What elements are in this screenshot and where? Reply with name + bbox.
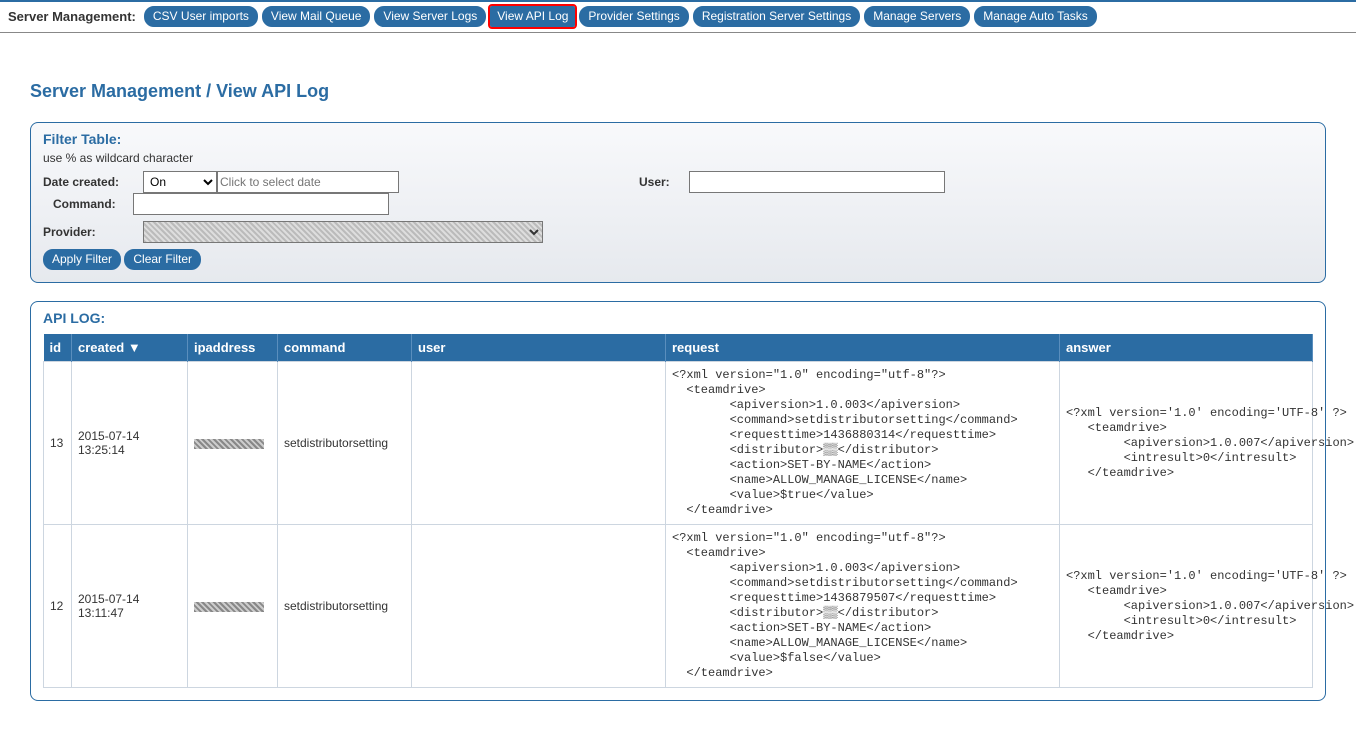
col-id[interactable]: id — [44, 334, 72, 362]
table-row: 132015-07-14 13:25:14 setdistributorsetti… — [44, 362, 1313, 525]
col-command[interactable]: command — [278, 334, 412, 362]
date-input[interactable] — [217, 171, 399, 193]
nav-view-mail-queue[interactable]: View Mail Queue — [262, 6, 371, 27]
cell-request: <?xml version="1.0" encoding="utf-8"?> <… — [666, 525, 1060, 688]
topbar: Server Management: CSV User imports View… — [0, 0, 1356, 33]
filter-row-1: Date created: On User: Command: — [43, 171, 1313, 215]
cell-id: 12 — [44, 525, 72, 688]
col-request[interactable]: request — [666, 334, 1060, 362]
col-answer[interactable]: answer — [1060, 334, 1313, 362]
col-ipaddress[interactable]: ipaddress — [188, 334, 278, 362]
date-operator-select[interactable]: On — [143, 171, 217, 193]
cell-created: 2015-07-14 13:11:47 — [72, 525, 188, 688]
provider-label: Provider: — [43, 225, 143, 239]
command-label: Command: — [53, 197, 133, 211]
col-created[interactable]: created ▼ — [72, 334, 188, 362]
nav-csv-user-imports[interactable]: CSV User imports — [144, 6, 258, 27]
cell-answer: <?xml version='1.0' encoding='UTF-8' ?> … — [1060, 525, 1313, 688]
nav-view-api-log[interactable]: View API Log — [490, 6, 575, 27]
cell-id: 13 — [44, 362, 72, 525]
filter-panel: Filter Table: use % as wildcard characte… — [30, 122, 1326, 283]
cell-user — [412, 525, 666, 688]
cell-answer: <?xml version='1.0' encoding='UTF-8' ?> … — [1060, 362, 1313, 525]
date-created-label: Date created: — [43, 175, 143, 189]
clear-filter-button[interactable]: Clear Filter — [124, 249, 201, 270]
table-header-row: id created ▼ ipaddress command user requ… — [44, 334, 1313, 362]
col-user[interactable]: user — [412, 334, 666, 362]
redacted-ip — [194, 602, 264, 612]
nav-manage-servers[interactable]: Manage Servers — [864, 6, 970, 27]
table-row: 122015-07-14 13:11:47 setdistributorsetti… — [44, 525, 1313, 688]
filter-row-2: Provider: — [43, 221, 1313, 243]
user-input[interactable] — [689, 171, 945, 193]
filter-panel-head: Filter Table: — [43, 131, 1313, 147]
nav-manage-auto-tasks[interactable]: Manage Auto Tasks — [974, 6, 1097, 27]
apply-filter-button[interactable]: Apply Filter — [43, 249, 121, 270]
api-log-table: id created ▼ ipaddress command user requ… — [43, 334, 1313, 688]
command-input[interactable] — [133, 193, 389, 215]
nav-registration-server-settings[interactable]: Registration Server Settings — [693, 6, 860, 27]
nav-view-server-logs[interactable]: View Server Logs — [374, 6, 486, 27]
cell-ipaddress — [188, 525, 278, 688]
redacted-ip — [194, 439, 264, 449]
provider-select[interactable] — [143, 221, 543, 243]
cell-created: 2015-07-14 13:25:14 — [72, 362, 188, 525]
user-label: User: — [639, 175, 689, 189]
content: Server Management / View API Log Filter … — [0, 33, 1356, 739]
filter-hint: use % as wildcard character — [43, 151, 1313, 165]
page-title: Server Management / View API Log — [30, 81, 1326, 102]
api-log-head: API LOG: — [43, 310, 1313, 326]
cell-command: setdistributorsetting — [278, 362, 412, 525]
nav-provider-settings[interactable]: Provider Settings — [579, 6, 688, 27]
topbar-title: Server Management: — [8, 9, 136, 24]
cell-command: setdistributorsetting — [278, 525, 412, 688]
cell-user — [412, 362, 666, 525]
filter-actions: Apply Filter Clear Filter — [43, 249, 1313, 270]
cell-ipaddress — [188, 362, 278, 525]
cell-request: <?xml version="1.0" encoding="utf-8"?> <… — [666, 362, 1060, 525]
api-log-panel: API LOG: id created ▼ ipaddress command … — [30, 301, 1326, 701]
